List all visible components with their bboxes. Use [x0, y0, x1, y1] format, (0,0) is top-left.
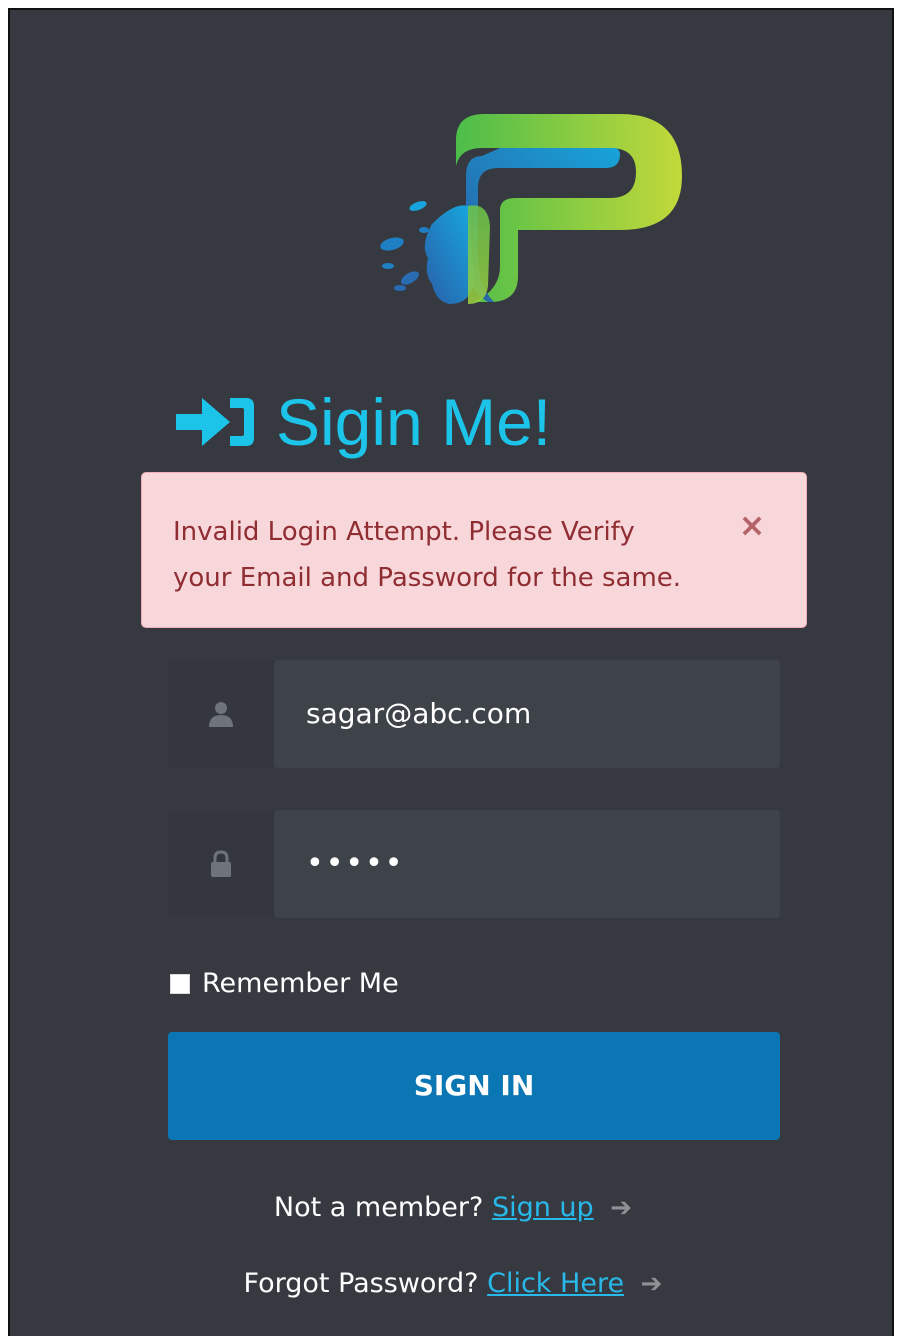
password-field-group: •••••	[168, 810, 780, 918]
email-field-group: sagar@abc.com	[168, 660, 780, 768]
arrow-right-icon: ➔	[640, 1269, 663, 1299]
email-field[interactable]: sagar@abc.com	[274, 660, 780, 768]
close-icon[interactable]: ×	[732, 505, 772, 545]
sign-in-button[interactable]: SIGN IN	[168, 1032, 780, 1140]
forgot-prefix: Forgot Password?	[243, 1268, 479, 1299]
page-title: Sigin Me!	[174, 372, 551, 472]
signup-line: Not a member? Sign up ➔	[10, 1192, 896, 1223]
password-addon	[168, 810, 274, 918]
alert-message-line-1: Invalid Login Attempt. Please Verify	[173, 517, 635, 547]
error-alert: Invalid Login Attempt. Please Verify you…	[141, 472, 807, 628]
app-logo	[380, 114, 682, 304]
user-icon	[209, 702, 233, 727]
remember-me-label: Remember Me	[202, 968, 399, 999]
password-field[interactable]: •••••	[274, 810, 780, 918]
alert-message-line-2: your Email and Password for the same.	[173, 563, 682, 593]
remember-me-checkbox[interactable]	[170, 973, 190, 994]
alert-message: Invalid Login Attempt. Please Verify you…	[173, 509, 713, 601]
signup-link[interactable]: Sign up	[492, 1192, 594, 1223]
lock-icon	[211, 850, 231, 877]
forgot-password-link[interactable]: Click Here	[487, 1268, 624, 1299]
arrow-right-icon: ➔	[610, 1193, 633, 1223]
remember-me[interactable]: Remember Me	[170, 968, 399, 999]
login-panel: Sigin Me! Invalid Login Attempt. Please …	[8, 8, 894, 1336]
forgot-password-line: Forgot Password? Click Here ➔	[10, 1268, 896, 1299]
email-addon	[168, 660, 274, 768]
signup-prefix: Not a member?	[273, 1192, 484, 1223]
page-title-text: Sigin Me!	[276, 385, 552, 459]
sign-in-icon	[176, 398, 254, 446]
